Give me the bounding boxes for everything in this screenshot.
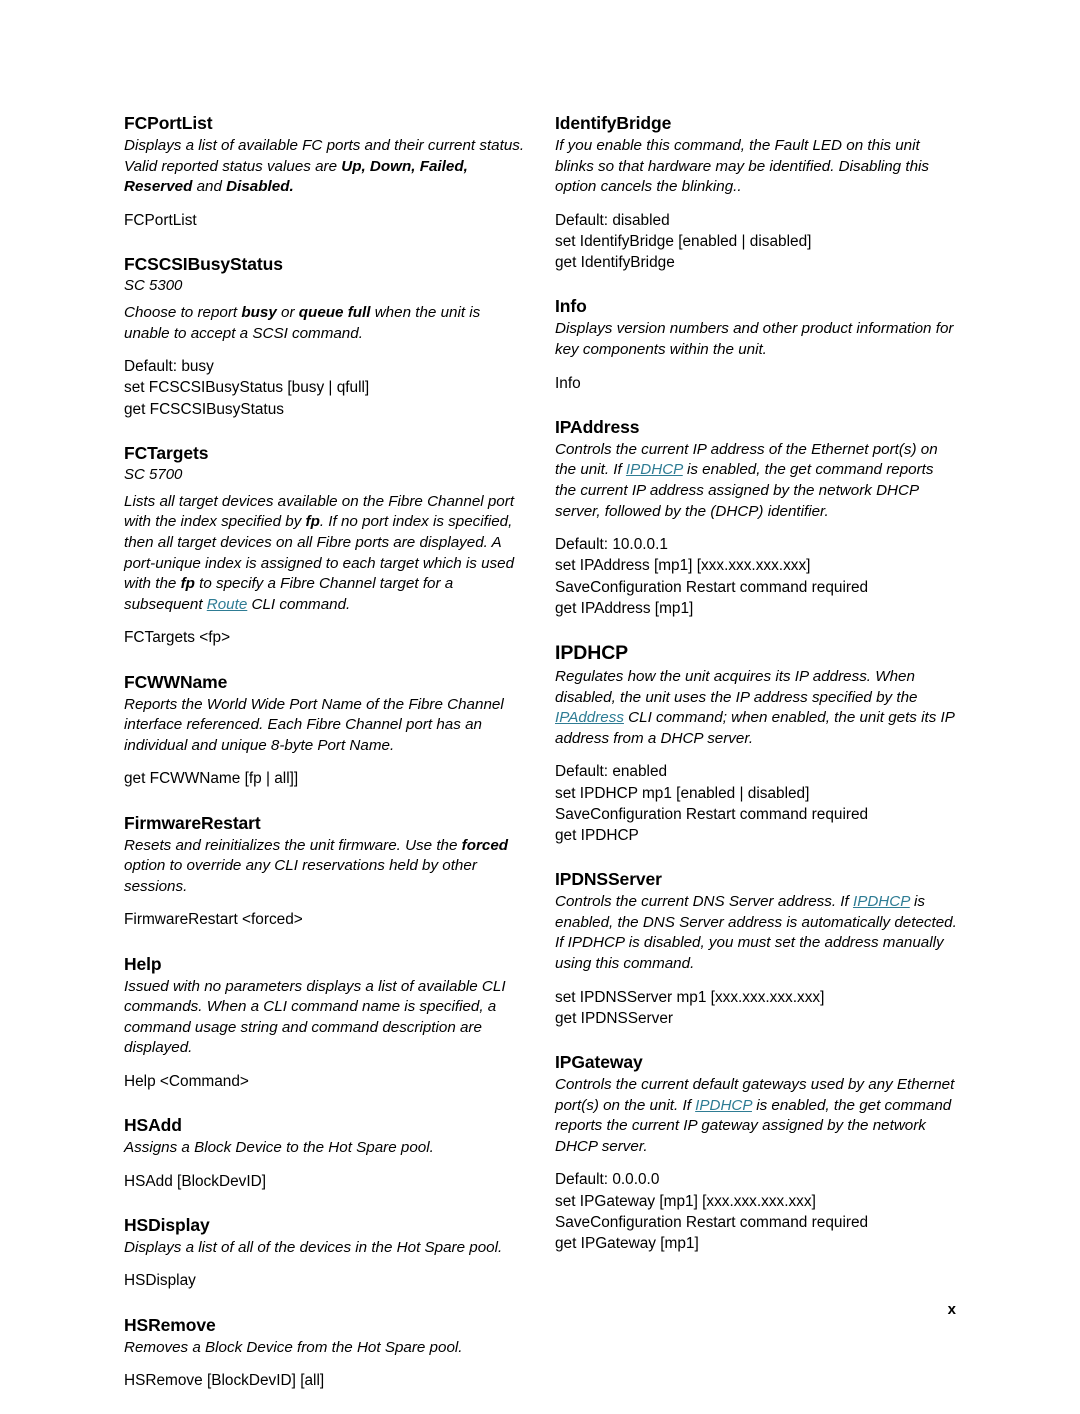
command-usage: Help <Command> bbox=[124, 1072, 249, 1090]
command-title: IPDHCP bbox=[555, 641, 629, 664]
command-entry: IPAddress Controls the current IP address… bbox=[555, 417, 957, 619]
command-entry: IdentifyBridge If you enable this command… bbox=[555, 113, 957, 273]
command-title: Info bbox=[555, 296, 587, 317]
command-entry: IPDNSServer Controls the current DNS Serv… bbox=[555, 869, 957, 1029]
command-usage: Default: 0.0.0.0 set IPGateway [mp1] [xx… bbox=[555, 1171, 869, 1252]
command-description: Displays version numbers and other produ… bbox=[555, 320, 954, 358]
command-description: Removes a Block Device from the Hot Spar… bbox=[124, 1338, 463, 1356]
command-title: IPGateway bbox=[555, 1051, 643, 1072]
command-title: HSRemove bbox=[124, 1314, 216, 1335]
two-column-layout: FCPortList Displays a list of available F… bbox=[124, 113, 957, 1414]
cross-reference-link[interactable]: IPDHCP bbox=[626, 461, 683, 478]
command-title: IdentifyBridge bbox=[555, 113, 672, 133]
command-sc-code: SC 5300 bbox=[124, 276, 183, 294]
command-description: Resets and reinitializes the unit firmwa… bbox=[124, 836, 509, 895]
command-entry: FCSCSIBusyStatus SC 5300 Choose to report … bbox=[124, 254, 526, 420]
command-usage: HSDisplay bbox=[124, 1272, 196, 1290]
command-usage: Default: disabled set IdentifyBridge [en… bbox=[555, 211, 812, 272]
command-description: Assigns a Block Device to the Hot Spare … bbox=[124, 1139, 434, 1157]
command-usage: Default: 10.0.0.1 set IPAddress [mp1] [x… bbox=[555, 536, 869, 617]
command-description: Issued with no parameters displays a lis… bbox=[124, 977, 506, 1057]
command-title: FCWWName bbox=[124, 671, 228, 692]
cross-reference-link[interactable]: IPDHCP bbox=[853, 893, 910, 910]
command-description: If you enable this command, the Fault LE… bbox=[555, 137, 929, 196]
command-title: IPAddress bbox=[555, 416, 640, 437]
command-title: FCPortList bbox=[124, 113, 213, 133]
command-title: FCSCSIBusyStatus bbox=[124, 253, 283, 274]
command-description: Displays a list of all of the devices in… bbox=[124, 1238, 503, 1256]
command-description: Controls the current DNS Server address.… bbox=[555, 893, 957, 972]
command-usage: Default: busy set FCSCSIBusyStatus [busy… bbox=[124, 358, 370, 418]
command-entry: FCTargets SC 5700 Lists all target devices… bbox=[124, 443, 526, 649]
command-entry: FirmwareRestart Resets and reinitializes … bbox=[124, 813, 526, 931]
command-usage: set IPDNSServer mp1 [xxx.xxx.xxx.xxx] ge… bbox=[555, 988, 825, 1027]
command-usage: HSRemove [BlockDevID] [all] bbox=[124, 1372, 325, 1390]
command-description: Choose to report busy or queue full when… bbox=[124, 303, 481, 342]
command-description: Lists all target devices available on th… bbox=[124, 492, 515, 613]
command-title: HSAdd bbox=[124, 1115, 182, 1136]
command-description: Displays a list of available FC ports an… bbox=[124, 137, 525, 196]
command-sc-code: SC 5700 bbox=[124, 465, 183, 483]
command-entry: Info Displays version numbers and other p… bbox=[555, 296, 957, 393]
command-usage: FirmwareRestart <forced> bbox=[124, 911, 303, 929]
command-entry: HSAdd Assigns a Block Device to the Hot S… bbox=[124, 1115, 526, 1192]
command-usage: HSAdd [BlockDevID] bbox=[124, 1172, 266, 1190]
command-description: Reports the World Wide Port Name of the … bbox=[124, 695, 504, 754]
command-title: Help bbox=[124, 953, 162, 974]
command-entry: HSDisplay Displays a list of all of the d… bbox=[124, 1215, 526, 1292]
cross-reference-link[interactable]: IPAddress bbox=[555, 709, 624, 726]
command-description: Regulates how the unit acquires its IP a… bbox=[555, 667, 955, 747]
command-entry: IPGateway Controls the current default ga… bbox=[555, 1052, 957, 1254]
command-entry: Help Issued with no parameters displays a… bbox=[124, 954, 526, 1093]
command-description: Controls the current IP address of the E… bbox=[555, 440, 938, 520]
command-usage: Info bbox=[555, 374, 581, 392]
command-usage: FCPortList bbox=[124, 211, 197, 229]
command-title: IPDNSServer bbox=[555, 869, 662, 890]
cross-reference-link[interactable]: IPDHCP bbox=[695, 1097, 752, 1114]
command-title: FirmwareRestart bbox=[124, 812, 261, 833]
command-entry: HSRemove Removes a Block Device from the … bbox=[124, 1315, 526, 1392]
command-title: FCTargets bbox=[124, 442, 209, 463]
left-column: FCPortList Displays a list of available F… bbox=[124, 113, 526, 1414]
command-usage: FCTargets <fp> bbox=[124, 629, 231, 647]
command-entry: IPDHCP Regulates how the unit acquires it… bbox=[555, 642, 957, 846]
document-page: FCPortList Displays a list of available F… bbox=[0, 0, 1080, 1397]
page-number: x bbox=[947, 1301, 956, 1318]
right-column: IdentifyBridge If you enable this command… bbox=[555, 113, 957, 1277]
command-title: HSDisplay bbox=[124, 1214, 210, 1235]
command-entry: FCWWName Reports the World Wide Port Name… bbox=[124, 672, 526, 790]
command-usage: get FCWWName [fp | all]] bbox=[124, 770, 299, 788]
command-description: Controls the current default gateways us… bbox=[555, 1075, 955, 1155]
cross-reference-link[interactable]: Route bbox=[207, 596, 248, 613]
command-entry: FCPortList Displays a list of available F… bbox=[124, 113, 526, 231]
command-usage: Default: enabled set IPDHCP mp1 [enabled… bbox=[555, 763, 869, 844]
